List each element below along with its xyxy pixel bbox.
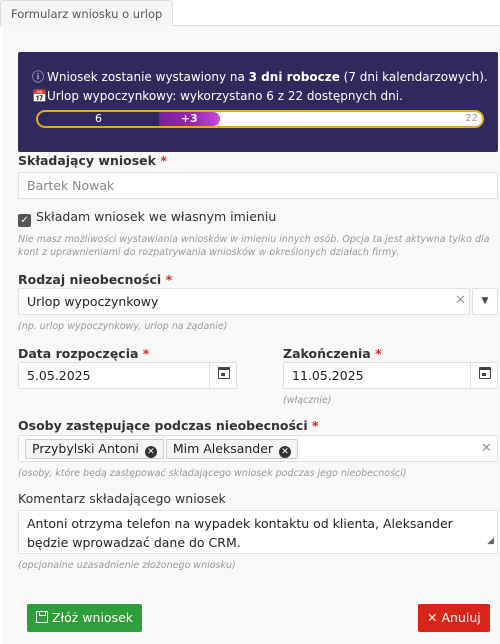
substitute-tag-label: Mim Aleksander <box>172 441 274 456</box>
calendar-icon: 📅 <box>32 89 47 103</box>
submit-button[interactable]: Złóż wniosek <box>27 604 143 632</box>
dropdown-arrow-icon[interactable]: ▼ <box>472 288 498 315</box>
cancel-button[interactable]: ✕ Anuluj <box>418 604 490 632</box>
info-circle-icon: ⓘ <box>32 70 45 84</box>
substitutes-hint: (osoby, które będą zastępować składające… <box>18 468 407 479</box>
required-marker: * <box>160 153 167 168</box>
start-date-label: Data rozpoczęcia * <box>18 346 149 361</box>
close-icon: ✕ <box>427 610 442 625</box>
end-date-hint: (włącznie) <box>283 395 332 406</box>
start-date-value: 5.05.2025 <box>27 368 91 383</box>
applicant-label: Składający wniosek * <box>18 153 167 168</box>
start-date-calendar-button[interactable] <box>209 362 237 389</box>
leave-balance-info: 📅Urlop wypoczynkowy: wykorzystano 6 z 22… <box>32 87 484 106</box>
substitute-tag[interactable]: Przybylski Antoni ✕ <box>25 439 164 459</box>
absence-type-label: Rodzaj nieobecności * <box>18 272 172 287</box>
submit-button-label: Złóż wniosek <box>52 610 134 625</box>
substitutes-label: Osoby zastępujące podczas nieobecności * <box>18 418 319 433</box>
clear-icon[interactable]: ✕ <box>481 441 492 456</box>
comment-hint: (opcjonalne uzasadnienie złożonego wnios… <box>18 560 236 571</box>
calendar-icon <box>478 367 491 379</box>
absence-type-value: Urlop wypoczynkowy <box>27 294 159 309</box>
clear-icon[interactable]: ✕ <box>455 293 466 308</box>
tab-leave-form[interactable]: Formularz wniosku o urlop <box>0 0 174 27</box>
absence-type-label-text: Rodzaj nieobecności <box>18 272 162 287</box>
resize-handle-icon[interactable]: ◢ <box>487 532 494 551</box>
absence-type-select[interactable]: Urlop wypoczynkowy <box>18 288 470 315</box>
start-date-input[interactable]: 5.05.2025 <box>18 362 237 389</box>
save-icon <box>36 611 48 623</box>
tab-bar: Formularz wniosku o urlop <box>0 0 500 27</box>
info-text-post: (7 dni kalendarzowych). <box>339 70 488 84</box>
end-date-label: Zakończenia * <box>283 346 382 361</box>
leave-summary-banner: ⓘ Wniosek zostanie wystawiony na 3 dni ro… <box>18 52 498 152</box>
own-name-label: Składam wniosek we własnym imieniu <box>36 209 277 224</box>
info-text-bold: 3 dni robocze <box>248 70 340 84</box>
absence-type-hint: (np. urlop wypoczynkowy, urlop na żądani… <box>18 321 228 332</box>
applicant-label-text: Składający wniosek <box>18 153 156 168</box>
start-date-label-text: Data rozpoczęcia <box>18 346 139 361</box>
comment-value: Antoni otrzyma telefon na wypadek kontak… <box>27 516 453 550</box>
applicant-field: Bartek Nowak <box>18 172 498 199</box>
comment-textarea[interactable]: Antoni otrzyma telefon na wypadek kontak… <box>18 510 498 554</box>
remove-tag-icon[interactable]: ✕ <box>144 446 157 458</box>
calendar-icon <box>217 367 230 379</box>
end-date-value: 11.05.2025 <box>292 368 364 383</box>
own-name-checkbox-row[interactable]: ✓ Składam wniosek we własnym imieniu <box>18 209 276 227</box>
comment-label: Komentarz składającego wniosek <box>18 491 226 506</box>
substitute-tag[interactable]: Mim Aleksander ✕ <box>165 439 299 459</box>
remove-tag-icon[interactable]: ✕ <box>279 446 292 458</box>
required-marker: * <box>311 418 319 433</box>
substitutes-label-text: Osoby zastępujące podczas nieobecności <box>18 418 308 433</box>
substitutes-multiselect[interactable]: Przybylski Antoni ✕ Mim Aleksander ✕ <box>18 435 498 462</box>
substitute-tag-label: Przybylski Antoni <box>32 441 139 456</box>
leave-progress-bar: 6 +3 22 <box>36 110 484 128</box>
required-marker: * <box>142 346 150 361</box>
leave-balance-text: Urlop wypoczynkowy: wykorzystano 6 z 22 … <box>47 89 403 103</box>
working-days-info: ⓘ Wniosek zostanie wystawiony na 3 dni ro… <box>32 68 488 87</box>
info-text-pre: Wniosek zostanie wystawiony na <box>47 70 249 84</box>
own-name-hint: Nie masz możliwości wystawiania wniosków… <box>18 234 490 258</box>
progress-used-segment: 6 <box>38 112 160 126</box>
progress-new-segment: +3 <box>159 112 220 126</box>
checkbox-checked-icon[interactable]: ✓ <box>18 214 31 227</box>
progress-total-label: 22 <box>465 113 478 124</box>
required-marker: * <box>165 272 173 287</box>
end-date-calendar-button[interactable] <box>470 362 498 389</box>
end-date-label-text: Zakończenia <box>283 346 371 361</box>
cancel-button-label: Anuluj <box>441 610 481 625</box>
required-marker: * <box>375 346 382 361</box>
end-date-input[interactable]: 11.05.2025 <box>283 362 498 389</box>
